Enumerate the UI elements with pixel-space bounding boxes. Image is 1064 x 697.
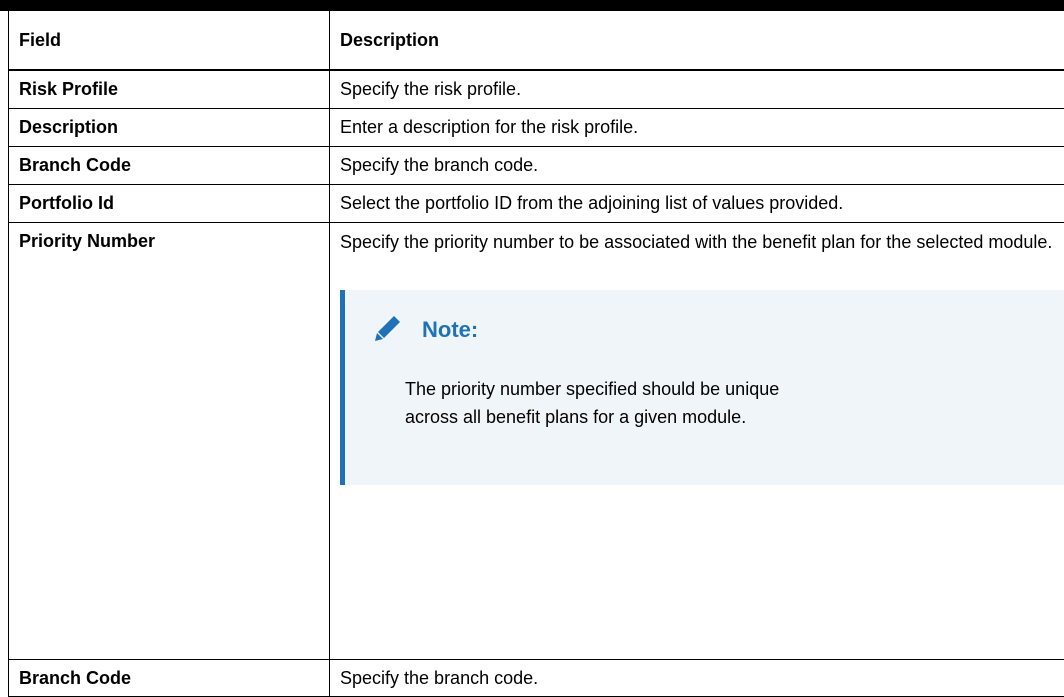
- pencil-icon: [372, 312, 404, 349]
- description-column-header: Description: [330, 11, 1064, 70]
- table-row: Risk Profile Specify the risk profile.: [9, 70, 1064, 109]
- field-description-table: Field Description Risk Profile Specify t…: [8, 11, 1064, 697]
- field-description: Specify the branch code.: [330, 660, 1064, 697]
- field-description: Enter a description for the risk profile…: [330, 109, 1064, 147]
- top-border-bar: [0, 0, 1064, 11]
- table-row: Portfolio Id Select the portfolio ID fro…: [9, 185, 1064, 223]
- field-name: Branch Code: [9, 147, 330, 185]
- table-header-row: Field Description: [9, 11, 1064, 70]
- note-title: Note:: [422, 313, 478, 347]
- field-name: Description: [9, 109, 330, 147]
- field-description: Specify the priority number to be associ…: [340, 223, 1055, 254]
- field-name: Portfolio Id: [9, 185, 330, 223]
- table-row: Branch Code Specify the branch code.: [9, 147, 1064, 185]
- field-name: Risk Profile: [9, 70, 330, 109]
- note-callout: Note: The priority number specified shou…: [340, 290, 1064, 485]
- field-description-cell: Specify the priority number to be associ…: [330, 223, 1064, 660]
- field-name: Branch Code: [9, 660, 330, 697]
- table-row: Branch Code Specify the branch code.: [9, 660, 1064, 697]
- field-column-header: Field: [9, 11, 330, 70]
- note-text: The priority number specified should be …: [405, 375, 825, 431]
- table-row: Priority Number Specify the priority num…: [9, 223, 1064, 660]
- field-description: Select the portfolio ID from the adjoini…: [330, 185, 1064, 223]
- field-name: Priority Number: [9, 223, 330, 660]
- field-description: Specify the branch code.: [330, 147, 1064, 185]
- field-description: Specify the risk profile.: [330, 70, 1064, 109]
- table-row: Description Enter a description for the …: [9, 109, 1064, 147]
- note-header: Note:: [372, 313, 478, 347]
